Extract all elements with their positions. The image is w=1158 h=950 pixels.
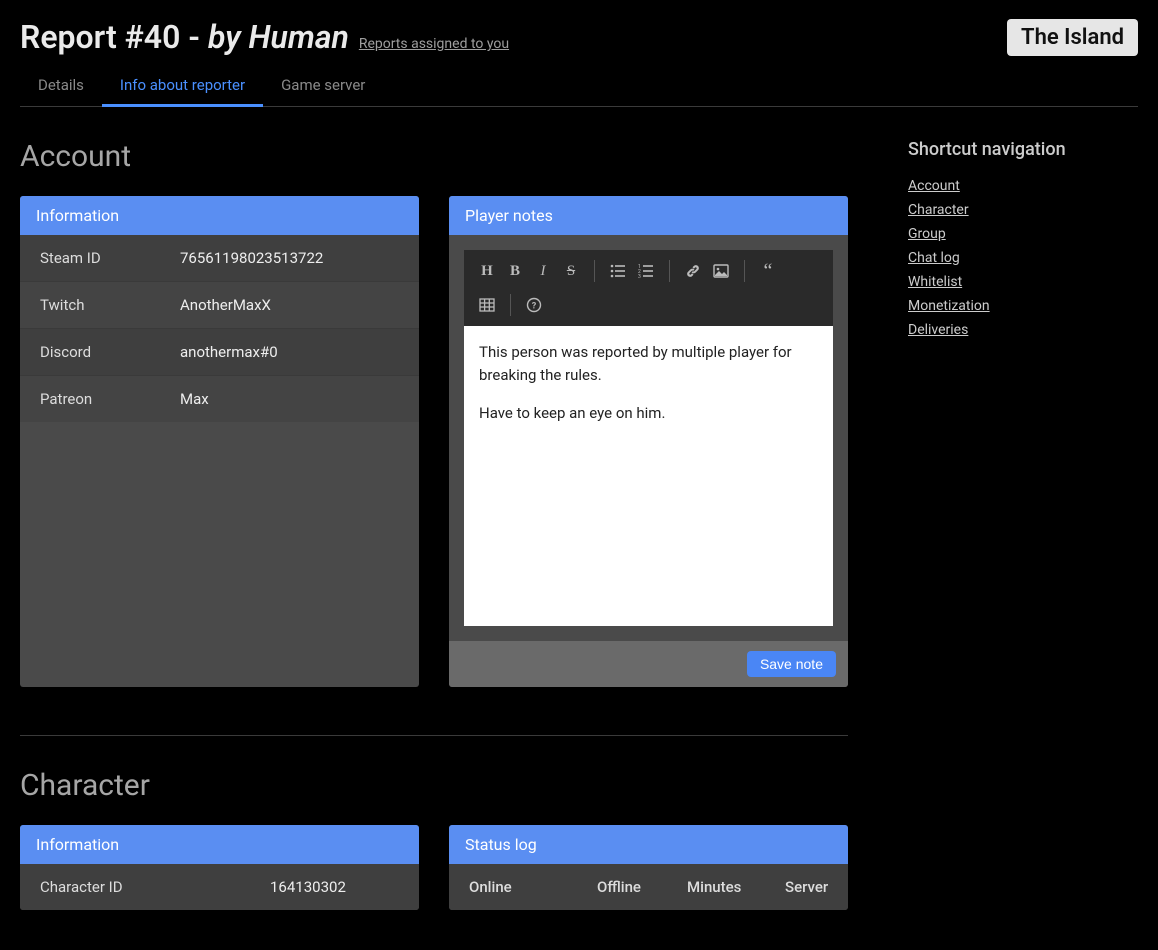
tab-game-server[interactable]: Game server	[263, 66, 383, 106]
section-account-title: Account	[20, 139, 848, 174]
toolbar-separator	[669, 260, 670, 282]
tab-info-reporter[interactable]: Info about reporter	[102, 66, 263, 107]
image-icon[interactable]	[708, 258, 734, 284]
col-offline: Offline	[597, 878, 687, 896]
section-divider	[20, 735, 848, 736]
panel-header: Information	[20, 825, 419, 864]
shortcut-nav: Shortcut navigation Account Character Gr…	[908, 107, 1138, 910]
italic-icon[interactable]: I	[530, 258, 556, 284]
col-online: Online	[469, 878, 597, 896]
nav-link-chat-log[interactable]: Chat log	[908, 250, 1138, 266]
status-log-header-row: Online Offline Minutes Server	[449, 864, 848, 910]
col-minutes: Minutes	[687, 878, 785, 896]
notes-paragraph: Have to keep an eye on him.	[479, 402, 818, 425]
nav-link-whitelist[interactable]: Whitelist	[908, 274, 1138, 290]
svg-text:3: 3	[638, 274, 641, 279]
svg-text:?: ?	[532, 302, 537, 312]
page-title: Report #40 - by Human	[20, 18, 349, 56]
tab-details[interactable]: Details	[20, 66, 102, 106]
nav-link-account[interactable]: Account	[908, 178, 1138, 194]
nav-link-group[interactable]: Group	[908, 226, 1138, 242]
section-character-title: Character	[20, 768, 848, 803]
label-twitch: Twitch	[40, 296, 180, 314]
help-icon[interactable]: ?	[521, 292, 547, 318]
label-character-id: Character ID	[40, 878, 270, 896]
assigned-reports-link[interactable]: Reports assigned to you	[359, 36, 509, 52]
table-row: Character ID 164130302	[20, 864, 419, 910]
strike-icon[interactable]: S	[558, 258, 584, 284]
tab-bar: Details Info about reporter Game server	[20, 66, 1138, 107]
value-character-id: 164130302	[270, 878, 346, 896]
col-server: Server	[785, 878, 828, 896]
status-log-panel: Status log Online Offline Minutes Server	[449, 825, 848, 910]
panel-header: Player notes	[449, 196, 848, 235]
toolbar-separator	[594, 260, 595, 282]
island-badge: The Island	[1007, 19, 1138, 56]
nav-link-character[interactable]: Character	[908, 202, 1138, 218]
label-steam-id: Steam ID	[40, 249, 180, 267]
notes-paragraph: This person was reported by multiple pla…	[479, 341, 818, 386]
link-icon[interactable]	[680, 258, 706, 284]
table-icon[interactable]	[474, 292, 500, 318]
notes-editor[interactable]: This person was reported by multiple pla…	[464, 326, 833, 626]
value-discord: anothermax#0	[180, 343, 278, 361]
account-info-panel: Information Steam ID 76561198023513722 T…	[20, 196, 419, 687]
quote-icon[interactable]: “	[755, 258, 781, 284]
bold-icon[interactable]: B	[502, 258, 528, 284]
table-row: Steam ID 76561198023513722	[20, 235, 419, 282]
toolbar-separator	[744, 260, 745, 282]
report-title-prefix: Report #40 -	[20, 18, 208, 56]
report-byline: by Human	[208, 18, 349, 56]
player-notes-panel: Player notes H B I S 123	[449, 196, 848, 687]
heading-icon[interactable]: H	[474, 258, 500, 284]
label-patreon: Patreon	[40, 390, 180, 408]
table-row: Patreon Max	[20, 376, 419, 422]
value-steam-id: 76561198023513722	[180, 249, 323, 267]
character-info-panel: Information Character ID 164130302	[20, 825, 419, 910]
toolbar-separator	[510, 294, 511, 316]
editor-toolbar: H B I S 123	[464, 250, 833, 326]
ordered-list-icon[interactable]: 123	[633, 258, 659, 284]
nav-link-monetization[interactable]: Monetization	[908, 298, 1138, 314]
table-row: Discord anothermax#0	[20, 329, 419, 376]
panel-header: Information	[20, 196, 419, 235]
label-discord: Discord	[40, 343, 180, 361]
bullet-list-icon[interactable]	[605, 258, 631, 284]
save-note-button[interactable]: Save note	[747, 651, 836, 677]
panel-header: Status log	[449, 825, 848, 864]
value-patreon: Max	[180, 390, 209, 408]
value-twitch: AnotherMaxX	[180, 296, 271, 314]
nav-link-deliveries[interactable]: Deliveries	[908, 322, 1138, 338]
table-row: Twitch AnotherMaxX	[20, 282, 419, 329]
shortcut-nav-heading: Shortcut navigation	[908, 139, 1138, 160]
